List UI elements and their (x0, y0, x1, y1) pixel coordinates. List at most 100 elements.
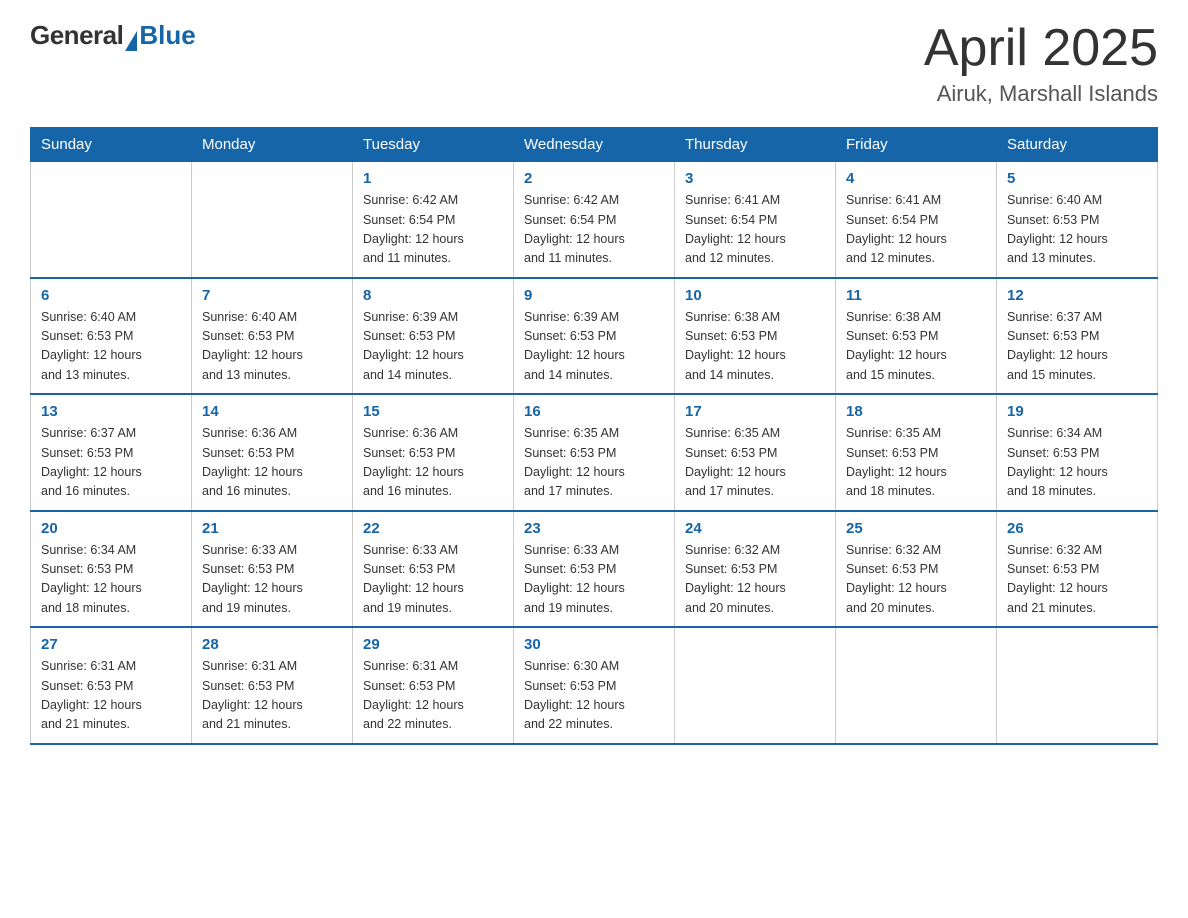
day-info: Sunrise: 6:31 AMSunset: 6:53 PMDaylight:… (41, 657, 181, 735)
table-row: 27 Sunrise: 6:31 AMSunset: 6:53 PMDayligh… (31, 627, 192, 744)
table-row: 17Sunrise: 6:35 AMSunset: 6:53 PMDayligh… (675, 394, 836, 511)
day-number: 2 (524, 170, 664, 187)
week-row-3: 13Sunrise: 6:37 AMSunset: 6:53 PMDayligh… (31, 394, 1158, 511)
day-info: Sunrise: 6:38 AMSunset: 6:53 PMDaylight:… (846, 308, 986, 386)
day-info: Sunrise: 6:30 AMSunset: 6:53 PMDaylight:… (524, 657, 664, 735)
day-info: Sunrise: 6:37 AMSunset: 6:53 PMDaylight:… (1007, 308, 1147, 386)
table-row: 26 Sunrise: 6:32 AMSunset: 6:53 PMDayligh… (997, 511, 1158, 628)
day-number: 26 (1007, 520, 1147, 537)
calendar-table: SundayMondayTuesdayWednesdayThursdayFrid… (30, 127, 1158, 745)
day-number: 22 (363, 520, 503, 537)
table-row: 6 Sunrise: 6:40 AMSunset: 6:53 PMDaylight… (31, 278, 192, 395)
table-row: 23 Sunrise: 6:33 AMSunset: 6:53 PMDayligh… (514, 511, 675, 628)
day-info: Sunrise: 6:31 AMSunset: 6:53 PMDaylight:… (202, 657, 342, 735)
table-row: 1 Sunrise: 6:42 AMSunset: 6:54 PMDaylight… (353, 162, 514, 278)
table-row: 25 Sunrise: 6:32 AMSunset: 6:53 PMDayligh… (836, 511, 997, 628)
table-row: 16 Sunrise: 6:35 AMSunset: 6:53 PMDayligh… (514, 394, 675, 511)
page-header: General Blue April 2025 Airuk, Marshall … (30, 20, 1158, 107)
day-info: Sunrise: 6:31 AMSunset: 6:53 PMDaylight:… (363, 657, 503, 735)
day-number: 3 (685, 170, 825, 187)
header-tuesday: Tuesday (353, 128, 514, 162)
day-number: 20 (41, 520, 181, 537)
day-number: 24 (685, 520, 825, 537)
day-number: 1 (363, 170, 503, 187)
day-info: Sunrise: 6:40 AMSunset: 6:53 PMDaylight:… (41, 308, 181, 386)
day-info: Sunrise: 6:41 AMSunset: 6:54 PMDaylight:… (846, 191, 986, 269)
day-number: 4 (846, 170, 986, 187)
logo: General Blue (30, 20, 196, 51)
day-info: Sunrise: 6:40 AMSunset: 6:53 PMDaylight:… (202, 308, 342, 386)
table-row: 24Sunrise: 6:32 AMSunset: 6:53 PMDayligh… (675, 511, 836, 628)
day-info: Sunrise: 6:34 AMSunset: 6:53 PMDaylight:… (1007, 424, 1147, 502)
table-row: 30 Sunrise: 6:30 AMSunset: 6:53 PMDayligh… (514, 627, 675, 744)
day-number: 25 (846, 520, 986, 537)
day-number: 14 (202, 403, 342, 420)
day-number: 16 (524, 403, 664, 420)
day-number: 21 (202, 520, 342, 537)
day-info: Sunrise: 6:35 AMSunset: 6:53 PMDaylight:… (524, 424, 664, 502)
header-saturday: Saturday (997, 128, 1158, 162)
logo-triangle-icon (125, 31, 137, 51)
logo-blue-text: Blue (139, 20, 195, 51)
table-row: 9 Sunrise: 6:39 AMSunset: 6:53 PMDaylight… (514, 278, 675, 395)
table-row (31, 162, 192, 278)
table-row: 29 Sunrise: 6:31 AMSunset: 6:53 PMDayligh… (353, 627, 514, 744)
week-row-1: 1 Sunrise: 6:42 AMSunset: 6:54 PMDaylight… (31, 162, 1158, 278)
day-info: Sunrise: 6:42 AMSunset: 6:54 PMDaylight:… (363, 191, 503, 269)
table-row (836, 627, 997, 744)
table-row (675, 627, 836, 744)
day-info: Sunrise: 6:33 AMSunset: 6:53 PMDaylight:… (524, 541, 664, 619)
week-row-5: 27 Sunrise: 6:31 AMSunset: 6:53 PMDayligh… (31, 627, 1158, 744)
table-row: 14 Sunrise: 6:36 AMSunset: 6:53 PMDayligh… (192, 394, 353, 511)
table-row: 3 Sunrise: 6:41 AMSunset: 6:54 PMDaylight… (675, 162, 836, 278)
week-row-4: 20 Sunrise: 6:34 AMSunset: 6:53 PMDayligh… (31, 511, 1158, 628)
table-row: 5 Sunrise: 6:40 AMSunset: 6:53 PMDaylight… (997, 162, 1158, 278)
header-friday: Friday (836, 128, 997, 162)
week-row-2: 6 Sunrise: 6:40 AMSunset: 6:53 PMDaylight… (31, 278, 1158, 395)
day-info: Sunrise: 6:36 AMSunset: 6:53 PMDaylight:… (202, 424, 342, 502)
table-row: 22 Sunrise: 6:33 AMSunset: 6:53 PMDayligh… (353, 511, 514, 628)
day-number: 6 (41, 287, 181, 304)
day-info: Sunrise: 6:41 AMSunset: 6:54 PMDaylight:… (685, 191, 825, 269)
day-number: 10 (685, 287, 825, 304)
header-wednesday: Wednesday (514, 128, 675, 162)
calendar-title: April 2025 (924, 20, 1158, 77)
logo-general-text: General (30, 20, 123, 51)
day-info: Sunrise: 6:33 AMSunset: 6:53 PMDaylight:… (363, 541, 503, 619)
day-number: 12 (1007, 287, 1147, 304)
table-row: 4 Sunrise: 6:41 AMSunset: 6:54 PMDaylight… (836, 162, 997, 278)
table-row: 11 Sunrise: 6:38 AMSunset: 6:53 PMDayligh… (836, 278, 997, 395)
header-thursday: Thursday (675, 128, 836, 162)
day-info: Sunrise: 6:32 AMSunset: 6:53 PMDaylight:… (846, 541, 986, 619)
day-info: Sunrise: 6:35 AMSunset: 6:53 PMDaylight:… (846, 424, 986, 502)
day-info: Sunrise: 6:42 AMSunset: 6:54 PMDaylight:… (524, 191, 664, 269)
day-info: Sunrise: 6:33 AMSunset: 6:53 PMDaylight:… (202, 541, 342, 619)
table-row: 19 Sunrise: 6:34 AMSunset: 6:53 PMDayligh… (997, 394, 1158, 511)
day-number: 11 (846, 287, 986, 304)
table-row: 18Sunrise: 6:35 AMSunset: 6:53 PMDayligh… (836, 394, 997, 511)
table-row: 8Sunrise: 6:39 AMSunset: 6:53 PMDaylight… (353, 278, 514, 395)
day-info: Sunrise: 6:34 AMSunset: 6:53 PMDaylight:… (41, 541, 181, 619)
day-number: 28 (202, 636, 342, 653)
day-number: 29 (363, 636, 503, 653)
day-info: Sunrise: 6:39 AMSunset: 6:53 PMDaylight:… (363, 308, 503, 386)
day-number: 30 (524, 636, 664, 653)
day-number: 13 (41, 403, 181, 420)
day-number: 23 (524, 520, 664, 537)
header-monday: Monday (192, 128, 353, 162)
day-number: 9 (524, 287, 664, 304)
day-number: 5 (1007, 170, 1147, 187)
day-number: 27 (41, 636, 181, 653)
day-info: Sunrise: 6:38 AMSunset: 6:53 PMDaylight:… (685, 308, 825, 386)
day-number: 17 (685, 403, 825, 420)
days-of-week-row: SundayMondayTuesdayWednesdayThursdayFrid… (31, 128, 1158, 162)
day-number: 19 (1007, 403, 1147, 420)
table-row: 15Sunrise: 6:36 AMSunset: 6:53 PMDayligh… (353, 394, 514, 511)
day-info: Sunrise: 6:32 AMSunset: 6:53 PMDaylight:… (1007, 541, 1147, 619)
day-info: Sunrise: 6:40 AMSunset: 6:53 PMDaylight:… (1007, 191, 1147, 269)
title-block: April 2025 Airuk, Marshall Islands (924, 20, 1158, 107)
table-row: 13Sunrise: 6:37 AMSunset: 6:53 PMDayligh… (31, 394, 192, 511)
table-row (997, 627, 1158, 744)
table-row: 10 Sunrise: 6:38 AMSunset: 6:53 PMDayligh… (675, 278, 836, 395)
day-info: Sunrise: 6:39 AMSunset: 6:53 PMDaylight:… (524, 308, 664, 386)
